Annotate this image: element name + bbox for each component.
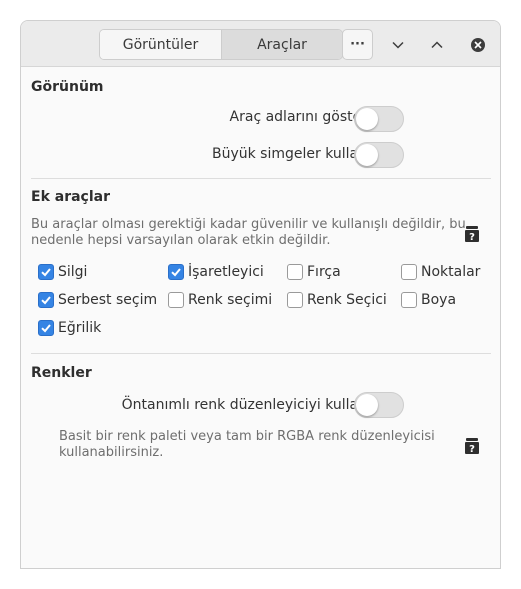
tab-images[interactable]: Görüntüler — [100, 30, 221, 59]
appearance-heading: Görünüm — [31, 79, 104, 95]
checkbox-checked — [38, 292, 54, 308]
preferences-window: Görüntüler Araçlar ··· Görünüm Araç adla… — [20, 20, 501, 569]
colors-heading: Renkler — [31, 365, 92, 381]
svg-text:?: ? — [469, 232, 475, 243]
tool-checkbox-brush[interactable]: Fırça — [287, 264, 341, 280]
tool-checkbox-color-picker[interactable]: Renk Seçici — [287, 292, 387, 308]
svg-text:?: ? — [469, 444, 475, 455]
chevron-up-icon — [431, 41, 443, 49]
chevron-down-icon — [392, 41, 404, 49]
tool-checkbox-highlighter[interactable]: İşaretleyici — [168, 264, 264, 280]
default-color-editor-label: Öntanımlı renk düzenleyiciyi kullan — [121, 397, 367, 413]
close-button[interactable] — [466, 33, 490, 57]
tool-checkbox-free-select[interactable]: Serbest seçim — [38, 292, 157, 308]
close-icon — [471, 38, 485, 52]
extra-tools-heading: Ek araçlar — [31, 189, 110, 205]
tool-checkbox-points[interactable]: Noktalar — [401, 264, 480, 280]
switch-knob — [356, 144, 378, 166]
colors-description: Basit bir renk paleti veya tam bir RGBA … — [59, 429, 435, 460]
checkbox-unchecked — [168, 292, 184, 308]
default-color-editor-switch[interactable] — [354, 392, 404, 418]
view-switcher: Görüntüler Araçlar — [99, 29, 343, 60]
show-tool-names-switch[interactable] — [354, 106, 404, 132]
tool-checkbox-paint[interactable]: Boya — [401, 292, 456, 308]
switch-knob — [356, 108, 378, 130]
show-tool-names-label: Araç adlarını göster — [229, 109, 367, 125]
tool-checkbox-eraser[interactable]: Silgi — [38, 264, 87, 280]
checkbox-unchecked — [287, 264, 303, 280]
checkbox-unchecked — [401, 264, 417, 280]
switch-knob — [356, 394, 378, 416]
checkbox-unchecked — [287, 292, 303, 308]
checkbox-checked — [168, 264, 184, 280]
minimize-button[interactable] — [386, 33, 410, 57]
checkbox-checked — [38, 320, 54, 336]
header-bar: Görüntüler Araçlar ··· — [21, 21, 500, 67]
tool-checkbox-color-select[interactable]: Renk seçimi — [168, 292, 272, 308]
tool-checkbox-curve[interactable]: Eğrilik — [38, 320, 101, 336]
maximize-button[interactable] — [425, 33, 449, 57]
big-icons-label: Büyük simgeler kullan — [211, 146, 367, 162]
checkbox-unchecked — [401, 292, 417, 308]
separator — [31, 178, 491, 179]
checkbox-checked — [38, 264, 54, 280]
tab-tools[interactable]: Araçlar — [221, 30, 342, 59]
help-icon[interactable]: ? — [463, 437, 481, 455]
help-icon[interactable]: ? — [463, 225, 481, 243]
extra-tools-description: Bu araçlar olması gerektiği kadar güveni… — [31, 217, 466, 248]
menu-button[interactable]: ··· — [342, 29, 373, 60]
separator — [31, 353, 491, 354]
big-icons-switch[interactable] — [354, 142, 404, 168]
